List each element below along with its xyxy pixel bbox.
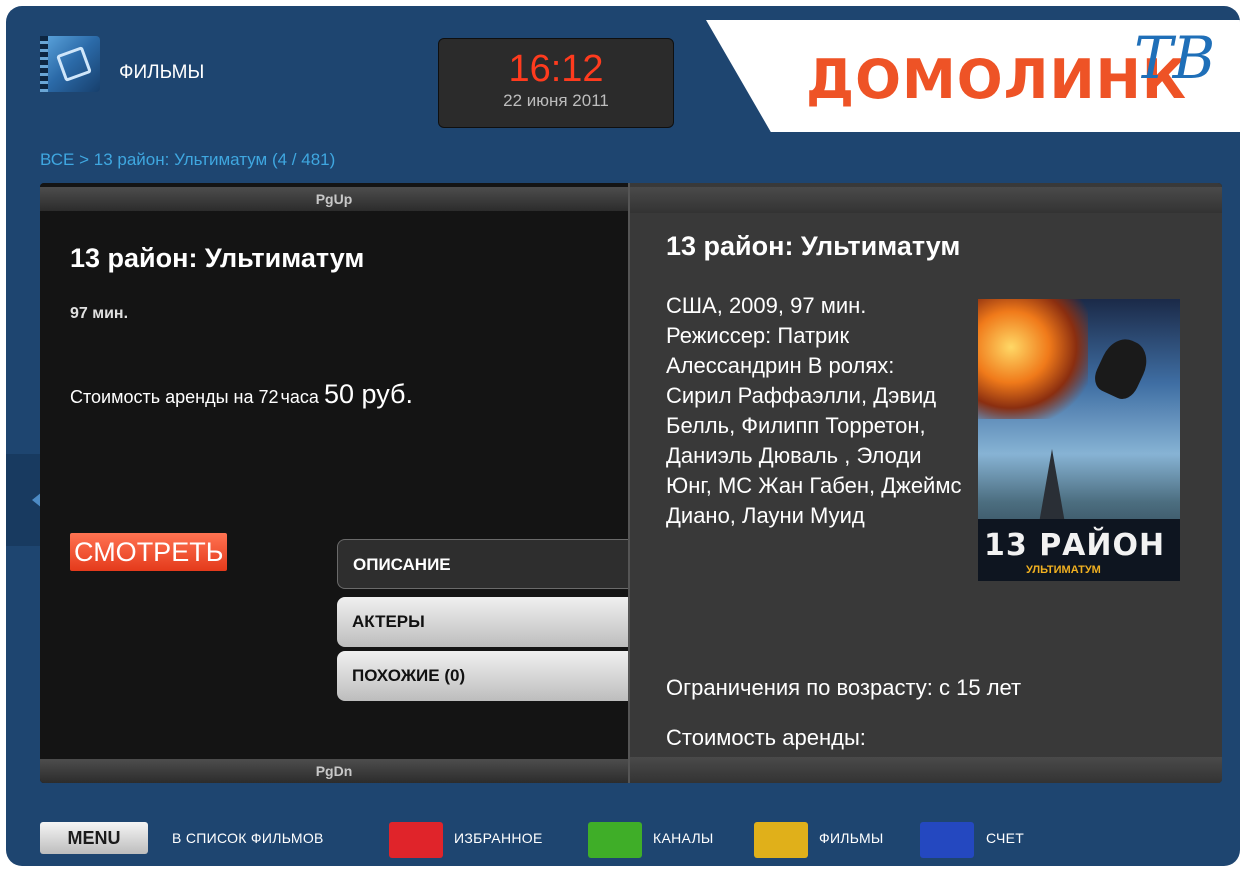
footer-bar: MENU В СПИСОК ФИЛЬМОВ ИЗБРАННОЕ КАНАЛЫ Ф… [40,822,1240,858]
page-down-button[interactable]: PgDn [40,759,628,783]
poster-subtitle: УЛЬТИМАТУМ [1026,564,1101,576]
menu-caption: В СПИСОК ФИЛЬМОВ [172,830,324,846]
blue-key-caption: СЧЕТ [986,830,1025,846]
yellow-key-button[interactable] [754,822,808,858]
clock-time: 16:12 [508,48,604,90]
blue-key-button[interactable] [920,822,974,858]
yellow-key-caption: ФИЛЬМЫ [819,830,884,846]
poster-explosion [978,299,1088,419]
clock-date: 22 июня 2011 [503,91,609,110]
movie-title: 13 район: Ультиматум [70,243,365,273]
rent-info: Стоимость аренды на 72 часа 50 руб. [70,379,413,410]
details-description: США, 2009, 97 мин. Режиссер: Патрик Алес… [666,293,962,528]
rent-hours-unit: часа [280,387,319,407]
watch-button[interactable]: СМОТРЕТЬ [70,533,228,571]
left-panel: PgUp 13 район: Ультиматум 97 мин. Стоимо… [40,183,628,783]
main-content: PgUp 13 район: Ультиматум 97 мин. Стоимо… [40,183,1222,783]
red-key-caption: ИЗБРАННОЕ [454,830,543,846]
rent-hours: 72 [258,387,279,407]
rent-price: 50 руб. [323,379,413,409]
menu-button[interactable]: MENU [40,822,148,854]
film-icon [40,36,100,92]
movie-poster: 13 РАЙОН УЛЬТИМАТУМ [978,299,1180,581]
tab-actors[interactable]: АКТЕРЫ [337,597,628,647]
section-title: ФИЛЬМЫ [119,62,205,83]
cost-label: Стоимость аренды: [666,725,866,750]
tab-similar[interactable]: ПОХОЖИЕ (0) [337,651,628,701]
rent-prefix: Стоимость аренды на [70,387,254,407]
tab-description[interactable]: ОПИСАНИЕ [337,539,628,589]
duration: 97 мин. [70,305,129,322]
brand-logo: ДОМОЛИНК [806,48,1188,111]
page-up-button[interactable]: PgUp [40,187,628,211]
green-key-button[interactable] [588,822,642,858]
poster-title: 13 РАЙОН [984,528,1166,563]
tv-screen: ФИЛЬМЫ 16:12 22 июня 2011 ДОМОЛИНК ТВ ВС… [6,6,1240,866]
poster-figure [1089,332,1155,404]
clock: 16:12 22 июня 2011 [438,38,674,128]
green-key-caption: КАНАЛЫ [653,830,714,846]
details-scroll-down[interactable] [630,757,1222,783]
breadcrumb: ВСЕ > 13 район: Ультиматум (4 / 481) [40,150,336,169]
details-scroll-up[interactable] [630,187,1222,213]
brand-tv: ТВ [1134,24,1216,92]
red-key-button[interactable] [389,822,443,858]
details-panel: 13 район: Ультиматум США, 2009, 97 мин. … [630,183,1222,783]
age-limit: Ограничения по возрасту: с 15 лет [666,675,1022,700]
details-title: 13 район: Ультиматум [666,231,961,261]
poster-tower [1038,449,1066,529]
